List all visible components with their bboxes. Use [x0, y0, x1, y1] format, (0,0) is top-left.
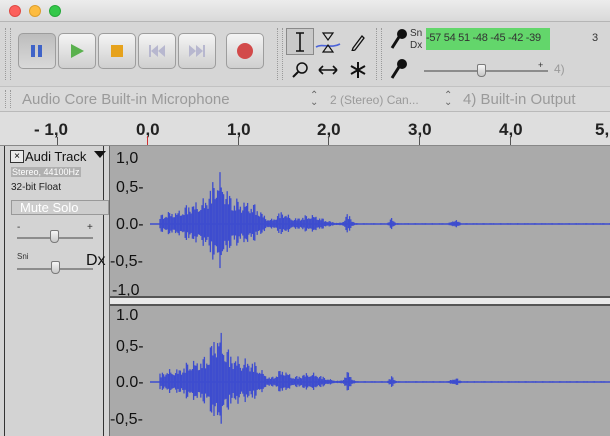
gain-minus-label: - — [17, 222, 21, 233]
scale-label: 0,5- — [116, 179, 144, 196]
play-button[interactable] — [58, 33, 96, 69]
channels-select[interactable]: 2 (Stereo) Can... — [330, 93, 419, 107]
timeshift-tool[interactable] — [314, 56, 342, 83]
window-minimize-button[interactable] — [29, 5, 41, 17]
ruler-tick — [328, 137, 329, 145]
pause-button[interactable] — [18, 33, 56, 69]
record-icon — [237, 43, 253, 59]
ruler-tick — [419, 137, 420, 145]
speaker-mic-icon — [390, 29, 407, 49]
magnifier-icon — [292, 61, 308, 78]
track-control-panel: × Audi Track Stereo, 44100Hz 32-bit Floa… — [0, 146, 110, 436]
pan-slider-thumb[interactable] — [51, 261, 60, 274]
pan-left-label: Sni — [17, 252, 29, 261]
track-info-box: × Audi Track Stereo, 44100Hz 32-bit Floa… — [4, 146, 109, 436]
track-name-menu[interactable]: Audi Track — [25, 149, 86, 164]
microphone-icon — [390, 59, 407, 79]
record-button[interactable] — [226, 33, 264, 69]
text-cursor-icon — [296, 31, 304, 52]
scale-label: -0,5- — [110, 253, 143, 270]
stop-button[interactable] — [98, 33, 136, 69]
scale-label: 0.0- — [116, 216, 144, 233]
output-device-select[interactable]: 4) Built-in Output — [463, 91, 576, 108]
pause-icon — [31, 45, 42, 57]
input-volume-track[interactable] — [424, 70, 548, 72]
chevron-updown-icon: ⌃ ⌄ — [444, 90, 453, 108]
toolbar-grip[interactable] — [277, 28, 283, 80]
input-volume-thumb[interactable] — [477, 64, 486, 77]
ruler-tick — [57, 137, 58, 145]
chevron-updown-icon: ⌃ ⌄ — [310, 90, 319, 108]
toolbar-grip[interactable] — [5, 28, 11, 80]
track-sample-rate: Stereo, 44100Hz — [11, 167, 81, 177]
scale-label: 1.0 — [116, 307, 139, 324]
ruler-label: 5, — [595, 120, 610, 139]
play-icon — [71, 44, 84, 58]
skip-to-start-button[interactable] — [138, 33, 176, 69]
scale-label: -0,5- — [110, 411, 143, 428]
pan-right-label: Dx — [86, 252, 106, 269]
window-maximize-button[interactable] — [49, 5, 61, 17]
toolbar-grip[interactable] — [5, 90, 11, 108]
zoom-tool[interactable] — [286, 56, 314, 83]
scale-label: 1,0 — [116, 150, 139, 167]
skip-end-icon — [189, 45, 205, 57]
input-volume-plus: + — [538, 60, 544, 70]
play-position-marker — [147, 136, 148, 145]
ruler-tick — [510, 137, 511, 145]
window-titlebar — [0, 0, 610, 22]
timeline-ruler[interactable]: - 1,0 0,0 1,0 2,0 3,0 4,0 5, — [0, 112, 610, 146]
input-level-label: 4) — [554, 62, 565, 76]
gain-plus-label: + — [87, 222, 93, 233]
skip-start-icon — [149, 45, 165, 57]
ruler-label: - 1,0 — [34, 120, 69, 139]
dropdown-triangle-icon[interactable] — [94, 151, 106, 158]
selection-tool[interactable] — [286, 28, 314, 55]
toolbar-grip[interactable] — [376, 28, 382, 80]
scale-label: 0.0- — [116, 374, 144, 391]
window-close-button[interactable] — [9, 5, 21, 17]
double-arrow-icon — [318, 64, 338, 75]
track-close-button[interactable]: × — [10, 150, 24, 163]
stop-icon — [111, 45, 123, 57]
waveform-area[interactable] — [110, 146, 610, 436]
envelope-icon — [315, 31, 341, 53]
meter-right-label: Dx — [410, 40, 423, 51]
meter-left-label: Sn — [410, 28, 423, 39]
scale-label: 0,5- — [116, 338, 144, 355]
skip-to-end-button[interactable] — [178, 33, 216, 69]
pencil-icon — [351, 34, 365, 51]
channel-splitter[interactable] — [110, 296, 610, 306]
channel-waveform — [150, 172, 610, 269]
channel-waveform — [150, 332, 610, 424]
multi-tool[interactable] — [344, 56, 372, 83]
waveform[interactable] — [110, 146, 610, 436]
meter-toolbar: Sn Dx -57 54 51 -48 -45 -42 -39 3 + 4) — [390, 26, 610, 82]
meter-scale: -57 54 51 -48 -45 -42 -39 — [426, 32, 541, 44]
asterisk-icon — [350, 61, 366, 78]
envelope-tool[interactable] — [314, 28, 342, 55]
track-format: 32-bit Float — [11, 182, 62, 193]
audio-host-select[interactable]: Audio Core Built-in Microphone — [22, 91, 230, 108]
mute-solo-buttons[interactable]: Mute Solo — [11, 200, 109, 215]
meter-overflow-label: 3 — [592, 32, 599, 44]
gain-slider-thumb[interactable] — [50, 230, 59, 243]
draw-tool[interactable] — [344, 28, 372, 55]
device-toolbar: Audio Core Built-in Microphone ⌃ ⌄ 2 (Ste… — [0, 86, 610, 112]
ruler-tick — [238, 137, 239, 145]
